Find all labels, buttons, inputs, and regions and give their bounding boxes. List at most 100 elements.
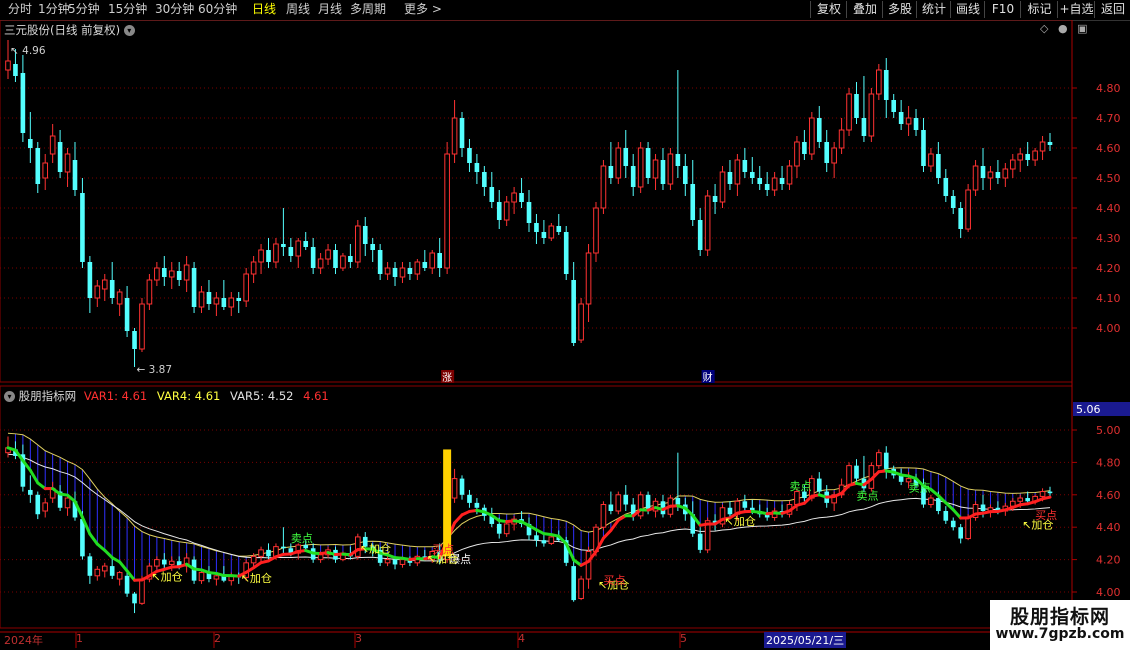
indicator-candle-body — [116, 572, 123, 580]
main-candle-body — [176, 271, 182, 280]
main-candle-body — [384, 267, 391, 275]
toolbar-button-3[interactable]: 统计 — [916, 1, 951, 18]
main-candle-body — [154, 267, 160, 281]
main-candle-body — [243, 273, 249, 302]
indicator-candle-body — [281, 546, 286, 549]
window-icon[interactable]: ▣ — [1077, 22, 1087, 35]
period-tab-8[interactable]: 月线 — [318, 1, 342, 18]
indicator-candle-body — [459, 478, 465, 495]
buy-signal-label: 买点 — [603, 574, 625, 587]
period-toolbar: 分时 1分钟 5分钟 15分钟 30分钟 60分钟 日线 周线 月线 多周期 更多 > 复权 叠加 多股… — [0, 0, 1130, 21]
dropdown-icon[interactable]: ▾ — [123, 25, 135, 36]
toolbar-button-8[interactable]: 返回 — [1094, 1, 1130, 18]
indicator-candle-body — [742, 501, 748, 508]
high-marker-label: ↖ 4.96 — [10, 45, 46, 57]
main-candle-body — [794, 141, 800, 167]
main-candle-body — [854, 94, 859, 118]
period-tab-5[interactable]: 60分钟 — [198, 1, 237, 18]
period-tab-3[interactable]: 15分钟 — [108, 1, 147, 18]
date-label-0: 2024年 — [4, 634, 43, 647]
main-candle-body — [422, 262, 428, 268]
main-candle-body — [250, 261, 257, 275]
main-candle-body — [757, 178, 763, 184]
panel-controls[interactable]: ◇ ● ▣ — [1040, 22, 1087, 35]
period-tab-10[interactable]: 更多 > — [404, 1, 442, 18]
period-tab-1[interactable]: 1分钟 — [38, 1, 70, 18]
current-value-label: 5.06 — [1076, 403, 1101, 416]
main-candle-body — [310, 247, 316, 268]
main-y-tick-label: 4.10 — [1096, 292, 1121, 305]
dropdown-icon[interactable]: ▾ — [4, 391, 15, 402]
chart-canvas[interactable]: 4.80 4.70 4.60 4.50 4.40 4.30 4.20 4.10 4.00 5.00… — [0, 20, 1130, 650]
indicator-y-tick-label: 4.60 — [1096, 489, 1121, 502]
diamond-icon[interactable]: ◇ — [1040, 22, 1048, 35]
main-candle-body — [5, 60, 11, 71]
main-y-tick-label: 4.00 — [1096, 322, 1121, 335]
main-candle-body — [846, 93, 852, 131]
main-candle-body — [1017, 153, 1024, 161]
main-candle-body — [809, 117, 815, 155]
indicator-candle-body — [1047, 491, 1053, 494]
main-candle-body — [407, 268, 413, 274]
toolbar-button-7[interactable]: +自选 — [1057, 1, 1095, 18]
main-candle-body — [972, 165, 979, 191]
toolbar-button-4[interactable]: 画线 — [950, 1, 985, 18]
main-y-tick-label: 4.30 — [1096, 232, 1121, 245]
period-tab-0[interactable]: 分时 — [8, 1, 32, 18]
toolbar-button-0[interactable]: 复权 — [810, 1, 847, 18]
main-candle-body — [690, 184, 696, 220]
main-candle-body — [221, 298, 227, 307]
period-tab-6[interactable]: 日线 — [252, 1, 276, 18]
toolbar-button-2[interactable]: 多股 — [882, 1, 917, 18]
main-candle-body — [593, 207, 599, 254]
main-candle-body — [526, 202, 532, 223]
toolbar-button-1[interactable]: 叠加 — [846, 1, 883, 18]
main-candle-body — [183, 264, 190, 281]
main-candle-body — [459, 118, 465, 148]
main-candle-body — [615, 147, 622, 179]
indicator-candle-body — [132, 593, 137, 604]
period-tab-2[interactable]: 5分钟 — [68, 1, 100, 18]
toolbar-button-6[interactable]: 标记 — [1020, 1, 1058, 18]
burst-bar — [443, 449, 452, 557]
period-tab-9[interactable]: 多周期 — [350, 1, 386, 18]
indicator-candle-body — [541, 540, 547, 544]
main-candle-body — [139, 303, 145, 350]
main-candle-body — [191, 268, 197, 307]
main-candle-body — [652, 159, 659, 179]
indicator-name[interactable]: 股朋指标网 — [19, 389, 77, 403]
main-candle-body — [49, 135, 56, 155]
main-candle-body — [734, 159, 741, 185]
main-candle-body — [362, 226, 368, 244]
main-candle-body — [905, 117, 912, 125]
main-candle-body — [80, 193, 85, 262]
var1-value: VAR1: 4.61 — [83, 389, 148, 403]
main-y-tick-label: 4.70 — [1096, 112, 1121, 125]
indicator-candle-body — [303, 545, 309, 549]
main-candle-body — [727, 172, 733, 184]
main-candle-body — [94, 285, 101, 299]
indicator-candle-body — [608, 504, 614, 511]
main-candle-body — [109, 280, 115, 298]
main-y-tick-label: 4.60 — [1096, 142, 1121, 155]
indicator-candle-body — [1017, 497, 1024, 502]
indicator-candle-body — [548, 536, 555, 544]
main-candle-body — [333, 250, 338, 268]
period-tab-7[interactable]: 周线 — [286, 1, 310, 18]
main-candle-body — [637, 147, 644, 188]
main-candle-body — [816, 118, 822, 142]
indicator-candle-body — [534, 535, 539, 541]
period-tab-4[interactable]: 30分钟 — [155, 1, 194, 18]
main-candle-body — [623, 148, 629, 166]
main-candle-body — [20, 73, 26, 133]
main-candle-body — [303, 241, 309, 247]
main-candle-body — [779, 178, 785, 184]
indicator-candle-body — [258, 549, 264, 557]
indicator-candle-body — [474, 502, 480, 508]
indicator-candle-body — [727, 507, 733, 515]
circle-icon[interactable]: ● — [1058, 22, 1068, 35]
toolbar-button-5[interactable]: F10 — [984, 1, 1021, 18]
stock-title[interactable]: 三元股份(日线 前复权) ▾ — [4, 22, 135, 38]
main-candle-body — [667, 153, 674, 185]
main-candle-body — [288, 247, 294, 256]
